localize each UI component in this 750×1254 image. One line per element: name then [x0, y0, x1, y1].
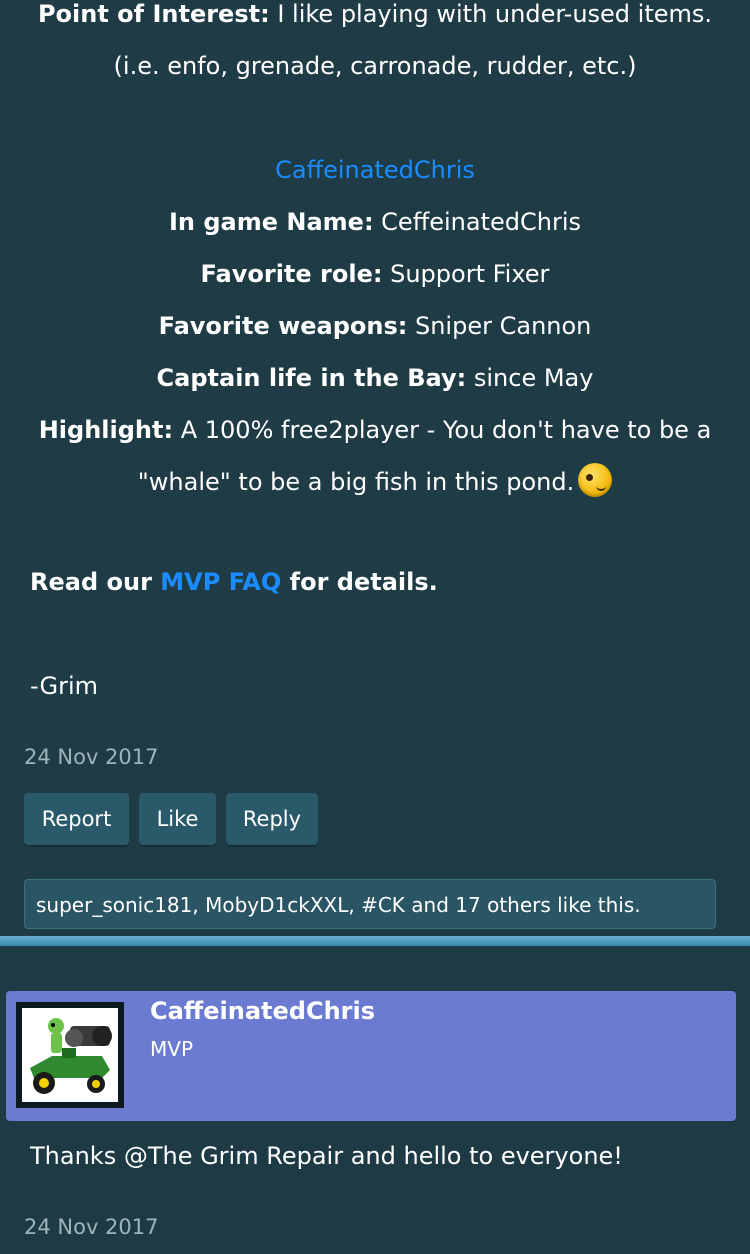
highlight-label: Highlight:: [38, 416, 174, 444]
signature: -Grim: [30, 672, 99, 700]
highlight-line-1: Highlight: A 100% free2player - You don'…: [0, 412, 750, 448]
field-value: since May: [466, 364, 594, 392]
avatar-image: [22, 1008, 118, 1102]
post-1-date[interactable]: 24 Nov 2017: [24, 745, 159, 769]
point-of-interest-line: Point of Interest: I like playing with u…: [0, 0, 750, 32]
field-value: Sniper Cannon: [407, 312, 592, 340]
wink-smiley-icon: [578, 463, 613, 497]
field-label: Favorite weapons:: [158, 312, 408, 340]
reply-button[interactable]: Reply: [226, 793, 318, 845]
report-button[interactable]: Report: [24, 793, 129, 845]
read-suffix: for details.: [281, 568, 438, 596]
post-2-username[interactable]: CaffeinatedChris: [150, 997, 375, 1025]
field-label: Favorite role:: [200, 260, 383, 288]
post-divider: [0, 936, 750, 946]
lawn-tractor-icon: [22, 1008, 118, 1102]
field-label: Captain life in the Bay:: [156, 364, 467, 392]
mvp-name-link[interactable]: CaffeinatedChris: [275, 156, 475, 184]
poi-label: Point of Interest:: [37, 0, 270, 28]
field-favorite-role: Favorite role: Support Fixer: [0, 256, 750, 292]
avatar[interactable]: [16, 1002, 124, 1108]
field-in-game-name: In game Name: CeffeinatedChris: [0, 204, 750, 240]
highlight-text-1: A 100% free2player - You don't have to b…: [173, 416, 712, 444]
highlight-line-2: "whale" to be a big fish in this pond.: [0, 463, 750, 500]
poi-examples: (i.e. enfo, grenade, carronade, rudder, …: [113, 52, 637, 80]
field-value: CeffeinatedChris: [373, 208, 582, 236]
mvp-name-link-line: CaffeinatedChris: [0, 152, 750, 188]
post-2-message: Thanks @The Grim Repair and hello to eve…: [30, 1142, 623, 1170]
highlight-text-2: "whale" to be a big fish in this pond.: [137, 468, 575, 496]
field-favorite-weapons: Favorite weapons: Sniper Cannon: [0, 308, 750, 344]
field-label: In game Name:: [168, 208, 374, 236]
read-prefix: Read our: [30, 568, 161, 596]
field-captain-life: Captain life in the Bay: since May: [0, 360, 750, 396]
likes-summary[interactable]: super_sonic181, MobyD1ckXXL, #CK and 17 …: [24, 879, 716, 929]
post-2-date[interactable]: 24 Nov 2017: [24, 1215, 159, 1239]
read-faq-line: Read our MVP FAQ for details.: [30, 568, 438, 596]
post-2-user-role: MVP: [150, 1037, 193, 1061]
mvp-faq-link[interactable]: MVP FAQ: [160, 568, 281, 596]
like-button[interactable]: Like: [139, 793, 216, 845]
poi-value: I like playing with under-used items.: [269, 0, 713, 28]
field-value: Support Fixer: [382, 260, 550, 288]
